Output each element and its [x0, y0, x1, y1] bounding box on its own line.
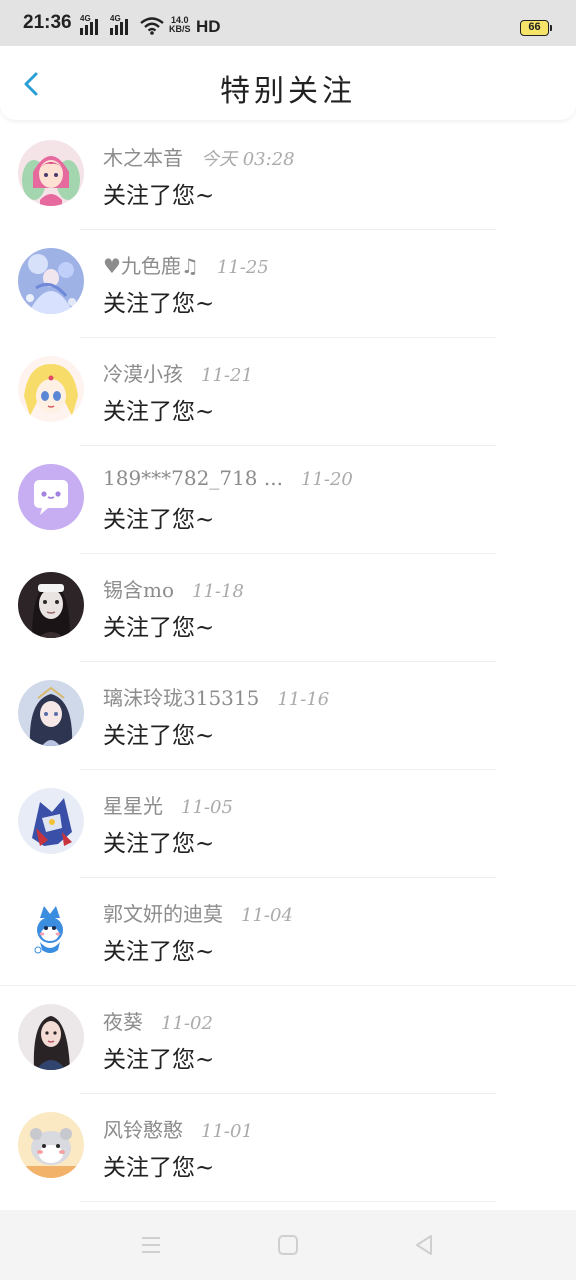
battery-icon: 66: [520, 20, 552, 36]
user-name: 189***782_718 ...: [103, 466, 283, 490]
item-message: 关注了您~: [103, 183, 215, 209]
avatar[interactable]: [18, 572, 84, 638]
item-message: 关注了您~: [103, 1047, 215, 1073]
item-message: 关注了您~: [103, 1155, 215, 1181]
net-speed: 14.0 KB/S: [169, 15, 191, 34]
avatar[interactable]: [18, 1004, 84, 1070]
list-item[interactable]: 璃沫玲珑315315 11-16 关注了您~: [0, 662, 576, 770]
item-header: 风铃憨憨 11-01: [103, 1114, 253, 1143]
list-item[interactable]: 冷漠小孩 11-21 关注了您~: [0, 338, 576, 446]
item-date: 11-20: [300, 469, 353, 490]
item-header: 星星光 11-05: [103, 790, 233, 819]
user-name: 璃沫玲珑315315: [103, 686, 260, 710]
wifi-icon: [140, 17, 164, 35]
user-name: 木之本音: [103, 146, 183, 170]
user-name: 星星光: [103, 794, 163, 818]
user-name: 冷漠小孩: [103, 362, 183, 386]
system-nav-bar: [0, 1210, 576, 1280]
item-header: 冷漠小孩 11-21: [103, 358, 253, 387]
page-title: 特别关注: [220, 74, 356, 109]
list-item[interactable]: 木之本音 今天 03:28 关注了您~: [0, 122, 576, 230]
item-date: 11-25: [216, 257, 269, 278]
avatar[interactable]: [18, 356, 84, 422]
home-square-icon[interactable]: [275, 1232, 301, 1258]
item-header: 木之本音 今天 03:28: [103, 142, 295, 171]
item-header: 璃沫玲珑315315 11-16: [103, 682, 329, 711]
item-date: 11-05: [181, 797, 233, 818]
list-item[interactable]: 郭文妍的迪莫 11-04 关注了您~: [0, 878, 576, 986]
list-item[interactable]: 189***782_718 ... 11-20 关注了您~: [0, 446, 576, 554]
back-triangle-icon[interactable]: [411, 1232, 437, 1258]
avatar[interactable]: [18, 248, 84, 314]
item-header: ♥九色鹿♫ 11-25: [103, 250, 269, 279]
list-item[interactable]: 星星光 11-05 关注了您~: [0, 770, 576, 878]
item-date: 11-04: [241, 905, 293, 926]
list-item[interactable]: 锡含mo 11-18 关注了您~: [0, 554, 576, 662]
avatar[interactable]: [18, 896, 84, 962]
item-date: 11-02: [161, 1013, 213, 1034]
item-message: 关注了您~: [103, 507, 215, 533]
item-message: 关注了您~: [103, 723, 215, 749]
notification-list: 木之本音 今天 03:28 关注了您~ ♥九色鹿♫ 11-25 关注了您~ 冷漠…: [0, 122, 576, 1202]
item-date: 11-16: [277, 689, 330, 710]
avatar[interactable]: [18, 464, 84, 530]
user-name: 风铃憨憨: [103, 1118, 183, 1142]
signal-icon: 4G: [80, 14, 98, 35]
list-item[interactable]: 夜葵 11-02 关注了您~: [0, 986, 576, 1094]
list-item[interactable]: 风铃憨憨 11-01 关注了您~: [0, 1094, 576, 1202]
signal-icon: 4G: [110, 14, 128, 35]
user-name: 夜葵: [103, 1010, 143, 1034]
item-message: 关注了您~: [103, 939, 215, 965]
item-date: 今天 03:28: [201, 149, 295, 170]
item-header: 郭文妍的迪莫 11-04: [103, 898, 293, 927]
item-message: 关注了您~: [103, 615, 215, 641]
status-time: 21:36: [23, 12, 72, 33]
item-header: 189***782_718 ... 11-20: [103, 466, 353, 490]
avatar[interactable]: [18, 1112, 84, 1178]
item-message: 关注了您~: [103, 291, 215, 317]
item-header: 锡含mo 11-18: [103, 574, 244, 603]
avatar[interactable]: [18, 140, 84, 206]
status-bar: 21:36 4G 4G 14.0 KB/S HD 66: [0, 0, 576, 46]
avatar[interactable]: [18, 680, 84, 746]
list-item[interactable]: ♥九色鹿♫ 11-25 关注了您~: [0, 230, 576, 338]
battery-level: 66: [528, 21, 541, 33]
avatar[interactable]: [18, 788, 84, 854]
divider: [80, 1201, 496, 1202]
user-name: ♥九色鹿♫: [103, 254, 199, 278]
item-header: 夜葵 11-02: [103, 1006, 213, 1035]
header: 特别关注: [0, 46, 576, 120]
item-message: 关注了您~: [103, 831, 215, 857]
item-date: 11-18: [192, 581, 244, 602]
user-name: 锡含mo: [103, 578, 175, 602]
user-name: 郭文妍的迪莫: [103, 902, 223, 926]
item-date: 11-01: [201, 1121, 253, 1142]
hd-label: HD: [196, 17, 221, 36]
menu-icon[interactable]: [138, 1232, 164, 1258]
item-message: 关注了您~: [103, 399, 215, 425]
item-date: 11-21: [201, 365, 253, 386]
